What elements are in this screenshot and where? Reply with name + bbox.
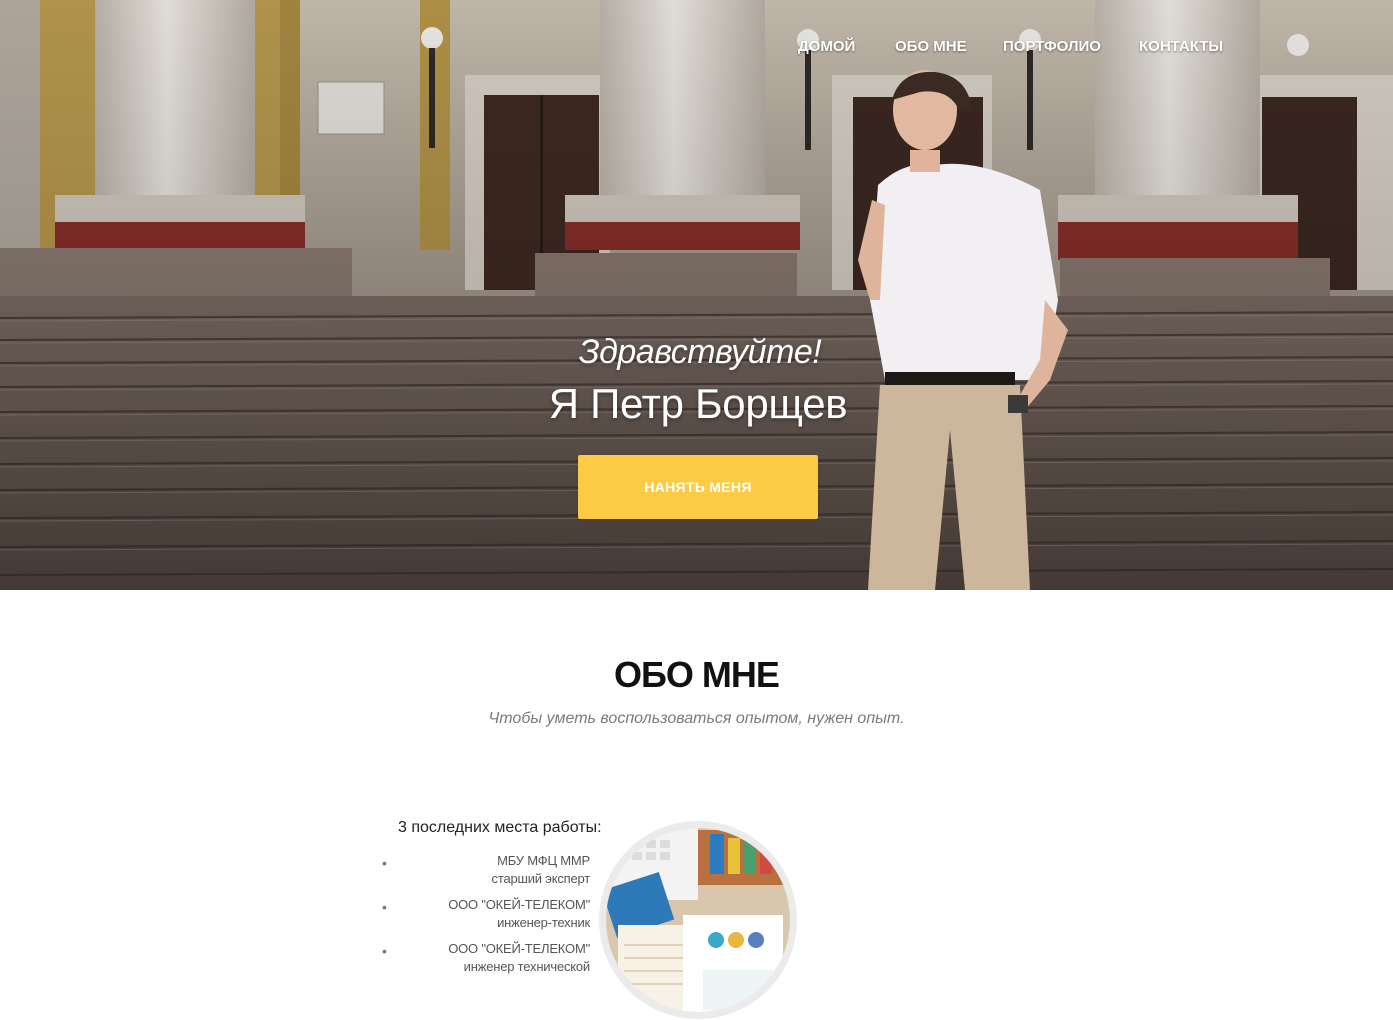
job-item: • ООО "ОКЕЙ-ТЕЛЕКОМ" инженер-техник [378,896,590,940]
job-position: инженер технической [463,959,591,974]
hero-section: ДОМОЙ ОБО МНЕ ПОРТФОЛИО КОНТАКТЫ Здравст… [0,0,1393,590]
jobs-list: • МБУ МФЦ ММР старший эксперт • ООО "ОКЕ… [378,852,590,984]
nav-link-portfolio[interactable]: ПОРТФОЛИО [1003,38,1101,55]
job-company: ООО "ОКЕЙ-ТЕЛЕКОМ" [448,897,590,912]
nav-link-contacts[interactable]: КОНТАКТЫ [1139,38,1223,55]
about-profile-photo [599,821,797,1019]
bullet-icon: • [382,855,387,871]
nav-link-home[interactable]: ДОМОЙ [798,38,855,55]
jobs-heading: 3 последних места работы: [398,819,602,836]
job-position: инженер-техник [497,915,590,930]
nav-link-about[interactable]: ОБО МНЕ [895,38,967,55]
about-subtitle: Чтобы уметь воспользоваться опытом, нуже… [488,710,905,727]
job-company: МБУ МФЦ ММР [497,853,590,868]
hero-greeting: Здравствуйте! [578,333,822,371]
job-item: • ООО "ОКЕЙ-ТЕЛЕКОМ" инженер технической [378,940,590,984]
bullet-icon: • [382,943,387,959]
about-title: ОБО МНЕ [614,654,780,695]
job-company: ООО "ОКЕЙ-ТЕЛЕКОМ" [448,941,590,956]
hire-me-button[interactable]: НАНЯТЬ МЕНЯ [578,455,818,519]
job-item: • МБУ МФЦ ММР старший эксперт [378,852,590,896]
bullet-icon: • [382,899,387,915]
hero-name: Я Петр Борщев [548,380,848,427]
job-position: старший эксперт [491,871,591,886]
